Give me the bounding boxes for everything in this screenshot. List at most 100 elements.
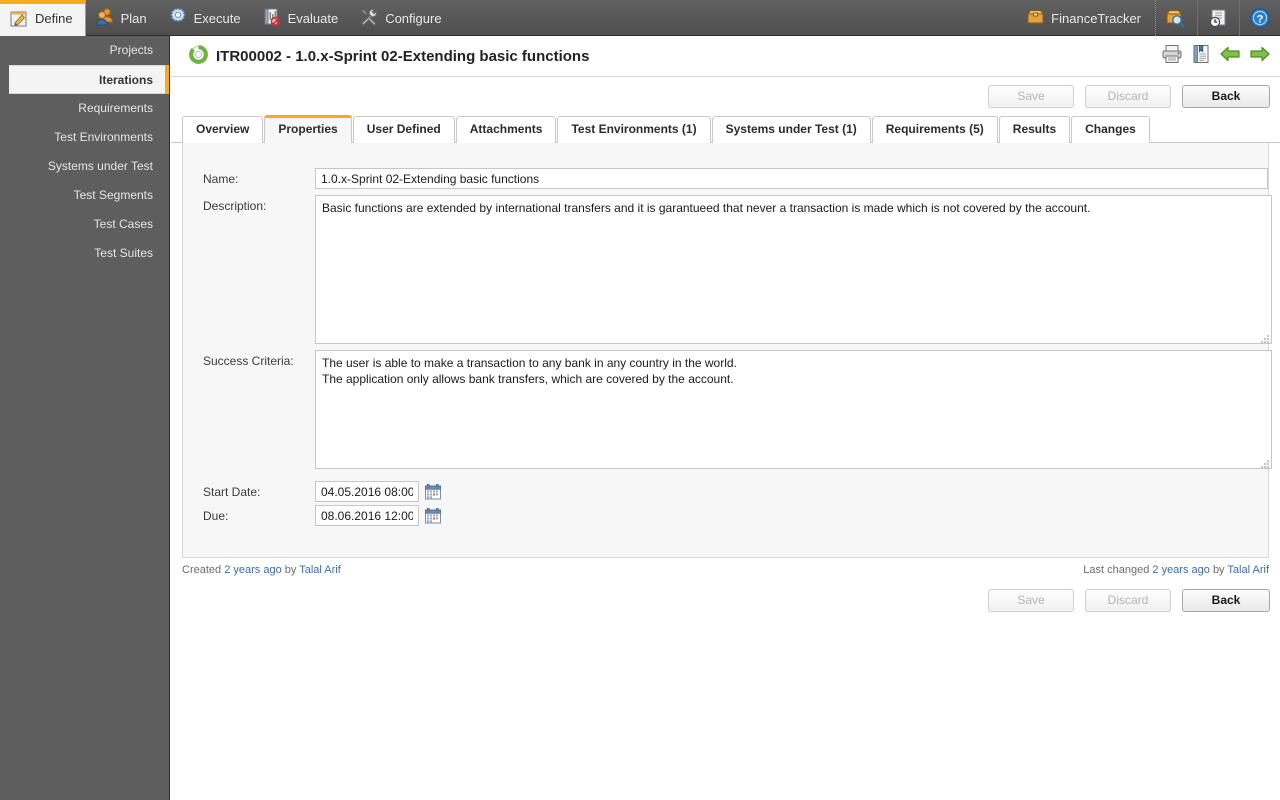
due-date-input[interactable] bbox=[315, 505, 419, 526]
main-content: ITR00002 - 1.0.x-Sprint 02-Extending bas… bbox=[171, 36, 1280, 800]
changed-prefix-label: Last changed bbox=[1083, 564, 1150, 576]
name-label: Name: bbox=[203, 172, 239, 186]
sidebar-item-iterations[interactable]: Iterations bbox=[9, 65, 169, 94]
created-time-link[interactable]: 2 years ago bbox=[224, 564, 281, 576]
changed-by-word: by bbox=[1212, 564, 1225, 576]
gear-icon bbox=[168, 7, 188, 30]
nav-item-execute-label: Execute bbox=[193, 10, 241, 26]
previous-arrow-icon[interactable] bbox=[1219, 44, 1241, 64]
nav-item-execute[interactable]: Execute bbox=[159, 0, 253, 36]
tab-requirements[interactable]: Requirements (5) bbox=[871, 116, 998, 143]
field-row-name: Name: bbox=[183, 168, 1268, 189]
discard-button-top[interactable]: Discard bbox=[1085, 84, 1171, 108]
svg-text:?: ? bbox=[1257, 14, 1264, 26]
sidebar-item-label: Systems under Test bbox=[47, 159, 153, 173]
page-title: ITR00002 - 1.0.x-Sprint 02-Extending bas… bbox=[216, 47, 590, 65]
sidebar: Projects Iterations Requirements Test En… bbox=[0, 36, 170, 800]
tab-user-defined[interactable]: User Defined bbox=[352, 116, 455, 143]
success-criteria-textarea-wrap: The user is able to make a transaction t… bbox=[315, 350, 1272, 469]
save-button-top[interactable]: Save bbox=[988, 84, 1074, 108]
nav-item-define-label: Define bbox=[35, 10, 73, 26]
sidebar-item-label: Iterations bbox=[98, 73, 153, 87]
field-row-success-criteria: Success Criteria: The user is able to ma… bbox=[183, 350, 1272, 469]
sidebar-item-label: Projects bbox=[109, 43, 153, 57]
recent-history-icon[interactable] bbox=[1198, 0, 1240, 36]
nav-item-define[interactable]: Define bbox=[0, 0, 86, 36]
sidebar-item-label: Requirements bbox=[78, 101, 153, 115]
next-arrow-icon[interactable] bbox=[1249, 44, 1271, 64]
nav-item-plan-label: Plan bbox=[120, 10, 147, 26]
sidebar-item-test-cases[interactable]: Test Cases bbox=[0, 210, 169, 239]
sidebar-item-test-environments[interactable]: Test Environments bbox=[0, 123, 169, 152]
tab-attachments[interactable]: Attachments bbox=[455, 116, 557, 143]
back-button-top[interactable]: Back bbox=[1182, 84, 1270, 108]
changed-user-link[interactable]: Talal Arif bbox=[1227, 564, 1269, 576]
description-textarea-wrap: Basic functions are extended by internat… bbox=[315, 195, 1272, 344]
resize-grip-icon[interactable] bbox=[1261, 458, 1270, 468]
sidebar-item-label: Test Environments bbox=[54, 130, 153, 144]
bottom-action-bar: Save Discard Back bbox=[171, 589, 1280, 612]
tab-systems-under-test[interactable]: Systems under Test (1) bbox=[711, 116, 871, 143]
calendar-picker-icon[interactable] bbox=[425, 484, 441, 500]
meta-bar: Created 2 years ago by Talal Arif Last c… bbox=[182, 564, 1269, 580]
top-navigation-bar: Define Plan Execute Evaluate Configure F… bbox=[0, 0, 1280, 36]
success-criteria-textarea[interactable]: The user is able to make a transaction t… bbox=[315, 350, 1272, 469]
project-name-label: FinanceTracker bbox=[1051, 10, 1141, 26]
changed-time-link[interactable]: 2 years ago bbox=[1152, 564, 1209, 576]
created-user-link[interactable]: Talal Arif bbox=[299, 564, 341, 576]
created-by-word: by bbox=[284, 564, 297, 576]
tab-overview[interactable]: Overview bbox=[182, 116, 264, 143]
tab-properties[interactable]: Properties bbox=[264, 115, 352, 143]
sidebar-item-requirements[interactable]: Requirements bbox=[0, 94, 169, 123]
nav-item-evaluate-label: Evaluate bbox=[287, 10, 339, 26]
field-row-due-date: Due: bbox=[183, 505, 1268, 526]
name-input[interactable] bbox=[315, 168, 1268, 189]
nav-item-configure[interactable]: Configure bbox=[350, 0, 453, 36]
people-icon bbox=[95, 7, 115, 30]
back-button-bottom[interactable]: Back bbox=[1182, 589, 1270, 612]
due-date-label: Due: bbox=[203, 509, 229, 523]
sidebar-item-test-segments[interactable]: Test Segments bbox=[0, 181, 169, 210]
print-icon[interactable] bbox=[1161, 44, 1183, 64]
top-bar-right-group: FinanceTracker ? bbox=[1013, 0, 1280, 36]
tab-results[interactable]: Results bbox=[998, 116, 1071, 143]
properties-panel: Name: Description: Basic functions are e… bbox=[182, 143, 1272, 558]
report-chart-icon bbox=[262, 7, 282, 30]
box-icon bbox=[1027, 9, 1045, 27]
nav-item-configure-label: Configure bbox=[385, 10, 442, 26]
last-changed-info: Last changed 2 years ago by Talal Arif bbox=[1083, 564, 1269, 580]
nav-item-plan[interactable]: Plan bbox=[86, 0, 159, 36]
calendar-picker-icon[interactable] bbox=[425, 508, 441, 524]
description-label: Description: bbox=[203, 199, 267, 213]
search-box-icon[interactable] bbox=[1156, 0, 1198, 36]
start-date-input[interactable] bbox=[315, 481, 419, 502]
start-date-label: Start Date: bbox=[203, 485, 261, 499]
save-button-bottom[interactable]: Save bbox=[988, 589, 1074, 612]
tab-changes[interactable]: Changes bbox=[1071, 116, 1150, 143]
created-prefix-label: Created bbox=[182, 564, 222, 576]
sidebar-item-projects[interactable]: Projects bbox=[0, 36, 169, 65]
notepad-pencil-icon bbox=[9, 9, 29, 32]
page-header-actions bbox=[1161, 44, 1271, 64]
resize-grip-icon[interactable] bbox=[1261, 333, 1270, 343]
iteration-green-ring-icon bbox=[189, 45, 208, 67]
tools-icon bbox=[359, 7, 379, 30]
description-textarea[interactable]: Basic functions are extended by internat… bbox=[315, 195, 1272, 344]
field-row-description: Description: Basic functions are extende… bbox=[183, 195, 1272, 344]
sidebar-item-label: Test Cases bbox=[93, 217, 153, 231]
page-header: ITR00002 - 1.0.x-Sprint 02-Extending bas… bbox=[171, 36, 1280, 77]
sidebar-item-test-suites[interactable]: Test Suites bbox=[0, 239, 169, 268]
sidebar-item-systems-under-test[interactable]: Systems under Test bbox=[0, 152, 169, 181]
nav-item-evaluate[interactable]: Evaluate bbox=[253, 0, 351, 36]
tab-test-environments[interactable]: Test Environments (1) bbox=[557, 116, 711, 143]
sidebar-item-label: Test Segments bbox=[73, 188, 153, 202]
success-criteria-label: Success Criteria: bbox=[203, 354, 294, 368]
main-nav: Define Plan Execute Evaluate Configure bbox=[0, 0, 454, 36]
discard-button-bottom[interactable]: Discard bbox=[1085, 589, 1171, 612]
sidebar-item-label: Test Suites bbox=[94, 246, 153, 260]
field-row-start-date: Start Date: bbox=[183, 481, 1268, 502]
project-selector[interactable]: FinanceTracker bbox=[1013, 0, 1156, 36]
created-info: Created 2 years ago by Talal Arif bbox=[182, 564, 341, 580]
document-report-icon[interactable] bbox=[1191, 44, 1211, 64]
help-icon[interactable]: ? bbox=[1240, 0, 1280, 36]
